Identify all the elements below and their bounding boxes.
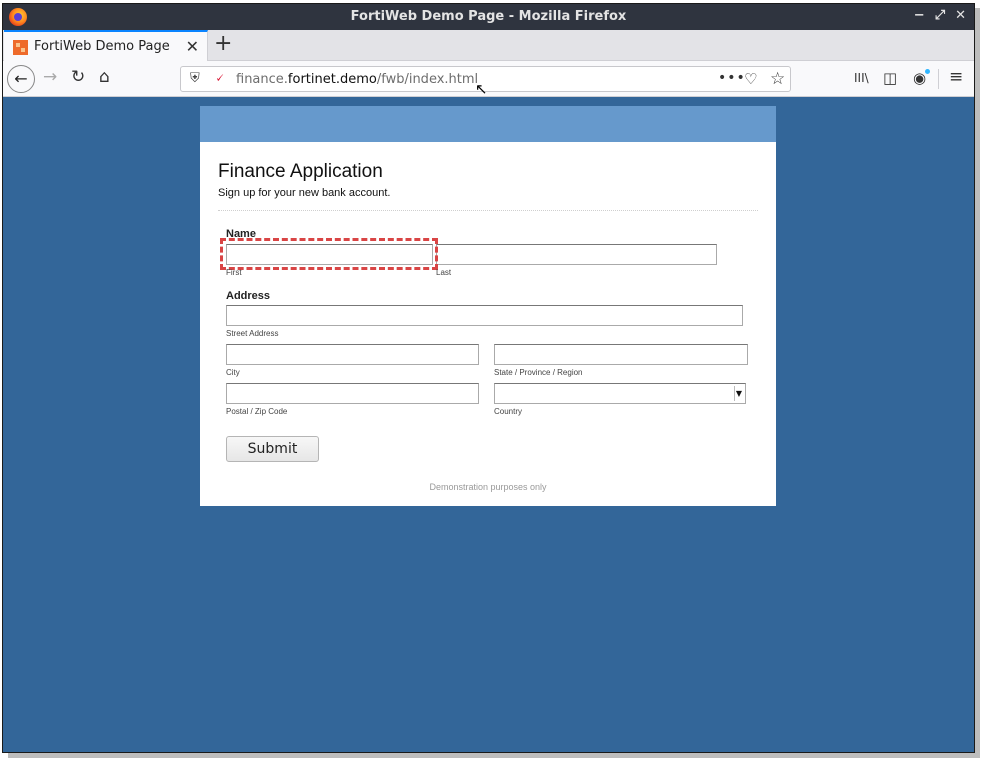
state-input[interactable] xyxy=(494,344,748,365)
tab-fortiweb-demo[interactable]: FortiWeb Demo Page ✕ xyxy=(4,30,208,62)
toolbar-separator xyxy=(938,69,939,89)
city-input[interactable] xyxy=(226,344,479,365)
submit-button[interactable]: Submit xyxy=(226,436,319,462)
back-icon[interactable]: ← xyxy=(7,65,35,93)
sidebar-icon[interactable]: ◫ xyxy=(883,69,897,87)
form-title: Finance Application xyxy=(218,161,383,182)
country-sublabel: Country xyxy=(494,407,523,416)
window-shadow xyxy=(8,753,980,758)
sync-badge xyxy=(925,69,930,74)
first-name-sublabel: First xyxy=(226,268,242,277)
url-domain: fortinet.demo xyxy=(287,72,377,87)
bookmark-star-icon[interactable]: ☆ xyxy=(770,69,785,89)
tab-close-icon[interactable]: ✕ xyxy=(186,37,199,56)
footnote: Demonstration purposes only xyxy=(429,482,547,492)
hamburger-menu-icon[interactable]: ≡ xyxy=(949,67,963,87)
title-bar: FortiWeb Demo Page - Mozilla Firefox − ⤢… xyxy=(3,4,974,30)
zip-code-input[interactable] xyxy=(226,383,479,404)
page-content: Finance Application Sign up for your new… xyxy=(3,98,974,752)
url-text[interactable]: finance.fortinet.demo/fwb/index.html xyxy=(236,72,478,87)
last-name-sublabel: Last xyxy=(436,268,452,277)
form-header-bar xyxy=(200,106,776,142)
url-path: /fwb/index.html xyxy=(376,72,479,87)
browser-window: FortiWeb Demo Page - Mozilla Firefox − ⤢… xyxy=(2,3,975,753)
tab-strip: FortiWeb Demo Page ✕ + xyxy=(3,30,974,62)
library-icon[interactable]: III\ xyxy=(854,71,869,85)
last-name-input[interactable] xyxy=(436,244,717,265)
focus-highlight xyxy=(220,238,438,270)
pocket-icon[interactable]: ♡ xyxy=(744,70,757,88)
divider xyxy=(218,210,758,211)
new-tab-icon[interactable]: + xyxy=(214,31,232,56)
close-icon[interactable]: ✕ xyxy=(955,8,966,23)
form-subtitle: Sign up for your new bank account. xyxy=(218,187,391,199)
home-icon[interactable]: ⌂ xyxy=(99,67,110,87)
tracking-shield-icon[interactable]: ⛨ xyxy=(190,71,200,86)
forward-icon[interactable]: → xyxy=(43,67,57,87)
reload-icon[interactable]: ↻ xyxy=(71,67,85,87)
city-sublabel: City xyxy=(226,368,240,377)
page-actions-icon[interactable]: ••• xyxy=(718,70,746,86)
window-shadow xyxy=(975,8,980,756)
country-select[interactable]: ▼ xyxy=(494,383,746,404)
window-title: FortiWeb Demo Page - Mozilla Firefox xyxy=(350,9,627,24)
street-address-sublabel: Street Address xyxy=(226,329,279,338)
address-label: Address xyxy=(226,290,271,302)
zip-code-sublabel: Postal / Zip Code xyxy=(226,407,288,416)
finance-form: Finance Application Sign up for your new… xyxy=(200,106,776,506)
navigation-bar: ← → ↻ ⌂ ⛨ 🗸 finance.fortinet.demo/fwb/in… xyxy=(3,61,974,97)
insecure-lock-icon[interactable]: 🗸 xyxy=(215,71,224,86)
maximize-icon[interactable]: ⤢ xyxy=(935,8,945,23)
tab-title: FortiWeb Demo Page xyxy=(34,39,170,54)
dropdown-arrow-icon: ▼ xyxy=(734,386,743,401)
state-sublabel: State / Province / Region xyxy=(494,368,583,377)
minimize-icon[interactable]: − xyxy=(914,8,925,23)
mouse-cursor-icon: ↖ xyxy=(475,80,488,98)
url-prefix: finance. xyxy=(236,72,288,87)
window-controls: − ⤢ ✕ xyxy=(914,8,966,23)
fortinet-favicon-icon xyxy=(13,40,28,55)
street-address-input[interactable] xyxy=(226,305,743,326)
